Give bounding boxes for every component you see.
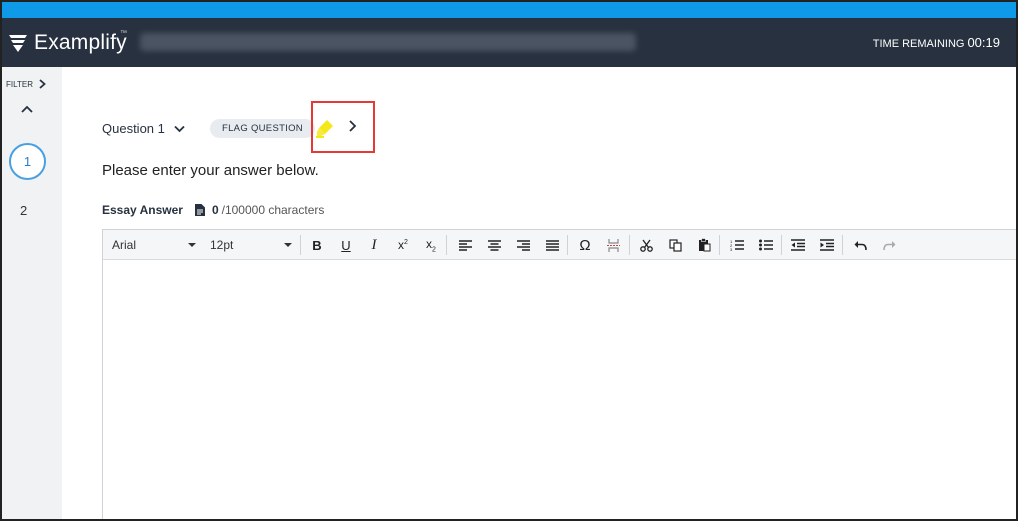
flag-question-label: FLAG QUESTION	[222, 123, 303, 134]
logo: Examplify	[8, 31, 127, 55]
italic-button[interactable]: I	[365, 236, 383, 254]
special-character-button[interactable]: Ω	[576, 236, 594, 254]
subscript-button[interactable]: x2	[422, 236, 440, 254]
superscript-icon: x2	[398, 238, 408, 252]
undo-button[interactable]	[851, 236, 869, 254]
question-prompt: Please enter your answer below.	[102, 162, 319, 179]
paste-icon	[698, 238, 710, 252]
align-right-button[interactable]	[514, 236, 532, 254]
time-remaining: TIME REMAINING 00:19	[873, 35, 1000, 50]
question-nav-1-label: 1	[23, 154, 32, 169]
app-window: Examplify ™ TIME REMAINING 00:19 FILTER 1…	[0, 0, 1018, 521]
toolbar-divider	[719, 235, 720, 255]
align-left-icon	[458, 239, 472, 251]
redo-button[interactable]	[880, 236, 898, 254]
page-break-icon	[606, 238, 620, 252]
highlighter-icon[interactable]	[316, 118, 336, 138]
cut-button[interactable]	[637, 236, 655, 254]
align-center-button[interactable]	[485, 236, 503, 254]
essay-answer-label: Essay Answer	[102, 203, 183, 217]
toolbar-divider	[781, 235, 782, 255]
paste-button[interactable]	[695, 236, 713, 254]
essay-answer-header: Essay Answer 0 /100000 characters	[102, 203, 324, 217]
chevron-up-icon[interactable]	[21, 105, 33, 113]
indent-button[interactable]	[818, 236, 836, 254]
align-right-icon	[516, 239, 530, 251]
app-header: Examplify ™ TIME REMAINING 00:19	[2, 18, 1016, 67]
font-family-select[interactable]: Arial	[112, 238, 196, 252]
page-break-button[interactable]	[604, 236, 622, 254]
underline-icon: U	[341, 237, 351, 253]
numbered-list-button[interactable]: 123	[728, 236, 746, 254]
bulleted-list-icon	[759, 239, 773, 251]
chevron-right-icon	[39, 79, 46, 89]
examplify-logo-icon	[9, 35, 27, 52]
copy-icon	[668, 238, 682, 252]
undo-icon	[854, 240, 867, 250]
filter-label: FILTER	[6, 79, 33, 89]
bold-button[interactable]: B	[308, 236, 326, 254]
scissors-icon	[639, 239, 653, 252]
toolbar-divider	[842, 235, 843, 255]
top-accent-bar	[2, 2, 1016, 18]
align-left-button[interactable]	[456, 236, 474, 254]
character-limit: /100000 characters	[221, 203, 325, 217]
caret-down-icon	[188, 243, 196, 247]
question-nav-1[interactable]: 1	[9, 143, 46, 180]
outdent-icon	[791, 239, 805, 251]
exam-title-redacted	[140, 33, 636, 51]
caret-down-icon	[284, 243, 292, 247]
underline-button[interactable]: U	[337, 236, 355, 254]
toolbar-divider	[629, 235, 630, 255]
indent-icon	[820, 239, 834, 251]
essay-editor: Arial 12pt B U I x2 x2 Ω 1 2 3	[102, 229, 1016, 519]
copy-button[interactable]	[666, 236, 684, 254]
toolbar-divider	[300, 235, 301, 255]
question-nav-2-label: 2	[20, 203, 28, 218]
italic-icon: I	[371, 236, 377, 253]
time-remaining-label: TIME REMAINING	[872, 38, 965, 50]
bold-icon: B	[312, 237, 322, 253]
question-nav-2[interactable]: 2	[20, 203, 27, 218]
font-family-value: Arial	[112, 238, 137, 252]
question-selector[interactable]: Question 1	[102, 121, 185, 136]
flag-question-button[interactable]: FLAG QUESTION	[210, 119, 315, 138]
toolbar-divider	[446, 235, 447, 255]
redo-icon	[882, 240, 895, 250]
trademark: ™	[120, 30, 127, 37]
omega-icon: Ω	[579, 236, 591, 254]
time-remaining-value: 00:19	[967, 35, 1000, 50]
chevron-down-icon	[174, 125, 185, 132]
superscript-button[interactable]: x2	[394, 236, 412, 254]
justify-button[interactable]	[543, 236, 561, 254]
app-name: Examplify	[34, 31, 127, 54]
align-center-icon	[487, 239, 501, 251]
font-size-value: 12pt	[210, 238, 234, 252]
question-sidebar: FILTER 1 2	[2, 67, 62, 519]
numbered-list-icon: 123	[730, 239, 744, 251]
editor-toolbar: Arial 12pt B U I x2 x2 Ω 1 2 3	[103, 230, 1016, 260]
outdent-button[interactable]	[789, 236, 807, 254]
subscript-icon: x2	[426, 236, 436, 254]
chevron-right-icon[interactable]	[348, 120, 357, 132]
character-count: 0	[211, 203, 219, 217]
justify-icon	[545, 239, 559, 251]
question-title: Question 1	[102, 121, 165, 136]
font-size-select[interactable]: 12pt	[210, 238, 294, 252]
essay-text-area[interactable]	[103, 261, 1016, 519]
svg-text:3: 3	[730, 247, 733, 251]
filter-button[interactable]: FILTER	[6, 79, 46, 89]
bulleted-list-button[interactable]	[757, 236, 775, 254]
toolbar-divider	[567, 235, 568, 255]
document-icon	[194, 204, 205, 216]
